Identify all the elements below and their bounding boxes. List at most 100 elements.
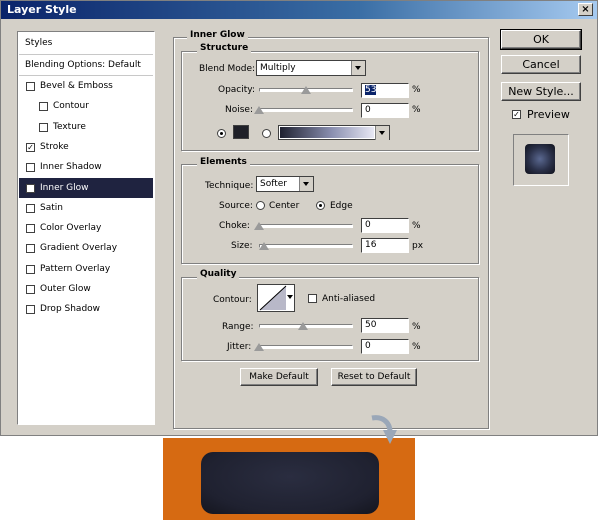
close-icon[interactable]: × bbox=[578, 3, 593, 16]
choke-slider-track[interactable] bbox=[259, 224, 353, 228]
size-unit: px bbox=[412, 241, 424, 251]
style-item-checkbox[interactable] bbox=[26, 305, 35, 315]
technique-label: Technique: bbox=[205, 181, 254, 191]
style-item[interactable]: Color Overlay bbox=[19, 218, 153, 238]
dialog-title: Layer Style bbox=[7, 3, 77, 16]
range-input[interactable]: 50 bbox=[361, 318, 409, 333]
choke-unit: % bbox=[412, 221, 421, 231]
style-item[interactable]: Outer Glow bbox=[19, 279, 153, 299]
style-item-checkbox[interactable] bbox=[26, 82, 35, 91]
technique-value: Softer bbox=[260, 179, 287, 189]
gradient-picker[interactable] bbox=[278, 125, 390, 140]
choke-value: 0 bbox=[365, 220, 371, 230]
blend-mode-select[interactable]: Multiply bbox=[256, 60, 366, 76]
blend-mode-value: Multiply bbox=[260, 63, 296, 73]
blending-options-item[interactable]: Blending Options: Default bbox=[19, 55, 153, 75]
style-item-checkbox[interactable] bbox=[39, 102, 48, 112]
style-item[interactable]: Gradient Overlay bbox=[19, 238, 153, 258]
style-item-label: Inner Shadow bbox=[40, 162, 102, 173]
preview-checkbox[interactable]: ✓ bbox=[512, 110, 521, 119]
jitter-input[interactable]: 0 bbox=[361, 339, 409, 354]
chevron-down-icon[interactable] bbox=[375, 126, 389, 140]
blending-options-label: Blending Options: Default bbox=[25, 60, 141, 70]
size-slider-thumb[interactable] bbox=[259, 242, 270, 250]
styles-header[interactable]: Styles bbox=[19, 33, 153, 53]
technique-select[interactable]: Softer bbox=[256, 176, 314, 192]
jitter-slider-thumb[interactable] bbox=[254, 343, 264, 351]
noise-slider-track[interactable] bbox=[259, 108, 353, 112]
style-item[interactable]: Drop Shadow bbox=[19, 299, 153, 319]
chevron-down-icon[interactable] bbox=[299, 177, 313, 191]
style-item[interactable]: Pattern Overlay bbox=[19, 259, 153, 279]
style-item-checkbox[interactable] bbox=[26, 203, 35, 213]
style-item[interactable]: Inner Shadow bbox=[19, 157, 153, 177]
opacity-slider-thumb[interactable] bbox=[300, 86, 311, 94]
make-default-button[interactable]: Make Default bbox=[240, 368, 318, 386]
size-slider-track[interactable] bbox=[259, 244, 353, 248]
anti-aliased-checkbox[interactable] bbox=[308, 294, 317, 303]
style-item-checkbox[interactable]: ✓ bbox=[26, 142, 35, 152]
style-item[interactable]: ✓ Inner Glow bbox=[19, 177, 153, 198]
style-item[interactable]: Contour bbox=[19, 96, 153, 116]
preview-label: Preview bbox=[527, 108, 570, 121]
choke-label: Choke: bbox=[219, 221, 250, 231]
range-slider-thumb[interactable] bbox=[298, 322, 308, 330]
structure-title: Structure bbox=[197, 43, 252, 53]
chevron-down-icon[interactable] bbox=[287, 295, 293, 299]
contour-picker[interactable] bbox=[257, 284, 295, 312]
style-item-checkbox[interactable] bbox=[26, 244, 35, 254]
style-item-checkbox[interactable]: ✓ bbox=[26, 183, 35, 193]
source-label: Source: bbox=[219, 201, 253, 211]
jitter-unit: % bbox=[412, 342, 421, 352]
style-item[interactable]: ✓ Stroke bbox=[19, 137, 153, 157]
inner-glow-title: Inner Glow bbox=[187, 30, 248, 40]
quality-title: Quality bbox=[197, 269, 240, 279]
opacity-input[interactable]: 53 bbox=[361, 83, 409, 98]
noise-label: Noise: bbox=[225, 105, 253, 115]
solid-color-radio[interactable] bbox=[217, 129, 226, 138]
jitter-slider-track[interactable] bbox=[259, 345, 353, 349]
canvas-background bbox=[163, 438, 415, 520]
style-item-checkbox[interactable] bbox=[39, 122, 48, 132]
style-item[interactable]: Bevel & Emboss bbox=[19, 76, 153, 96]
noise-unit: % bbox=[412, 105, 421, 115]
choke-input[interactable]: 0 bbox=[361, 218, 409, 233]
noise-input[interactable]: 0 bbox=[361, 103, 409, 118]
choke-slider-thumb[interactable] bbox=[254, 222, 264, 230]
jitter-label: Jitter: bbox=[227, 342, 252, 352]
preview-swatch bbox=[525, 144, 555, 174]
style-item-checkbox[interactable] bbox=[26, 163, 35, 173]
style-item[interactable]: Texture bbox=[19, 117, 153, 137]
range-value: 50 bbox=[365, 320, 377, 330]
style-item-checkbox[interactable] bbox=[26, 264, 35, 274]
contour-curve-icon bbox=[259, 285, 287, 311]
style-item-label: Texture bbox=[53, 121, 86, 132]
style-item[interactable]: Satin bbox=[19, 198, 153, 218]
style-item-checkbox[interactable] bbox=[26, 285, 35, 294]
glow-color-swatch[interactable] bbox=[233, 125, 249, 139]
reset-to-default-button[interactable]: Reset to Default bbox=[331, 368, 417, 386]
elements-title: Elements bbox=[197, 157, 250, 167]
new-style-button[interactable]: New Style... bbox=[501, 82, 581, 101]
noise-slider-thumb[interactable] bbox=[254, 106, 264, 114]
layer-style-dialog: Layer Style × Styles Blending Options: D… bbox=[0, 0, 598, 436]
jitter-value: 0 bbox=[365, 341, 371, 351]
preview-box bbox=[513, 134, 569, 186]
chevron-down-icon[interactable] bbox=[351, 61, 365, 75]
anti-aliased-label: Anti-aliased bbox=[322, 294, 376, 304]
ok-button[interactable]: OK bbox=[500, 29, 582, 50]
gradient-radio[interactable] bbox=[262, 129, 271, 138]
range-label: Range: bbox=[222, 322, 254, 332]
source-center-label: Center bbox=[269, 201, 300, 211]
size-input[interactable]: 16 bbox=[361, 238, 409, 253]
size-label: Size: bbox=[231, 241, 253, 251]
style-item-label: Gradient Overlay bbox=[40, 243, 118, 254]
source-center-radio[interactable] bbox=[256, 201, 265, 210]
style-item-checkbox[interactable] bbox=[26, 224, 35, 234]
title-bar[interactable]: Layer Style × bbox=[1, 1, 597, 19]
cancel-button[interactable]: Cancel bbox=[501, 55, 581, 74]
source-edge-radio[interactable] bbox=[316, 201, 325, 210]
styles-header-label: Styles bbox=[25, 38, 53, 48]
contour-label: Contour: bbox=[213, 295, 252, 305]
noise-value: 0 bbox=[365, 105, 371, 115]
